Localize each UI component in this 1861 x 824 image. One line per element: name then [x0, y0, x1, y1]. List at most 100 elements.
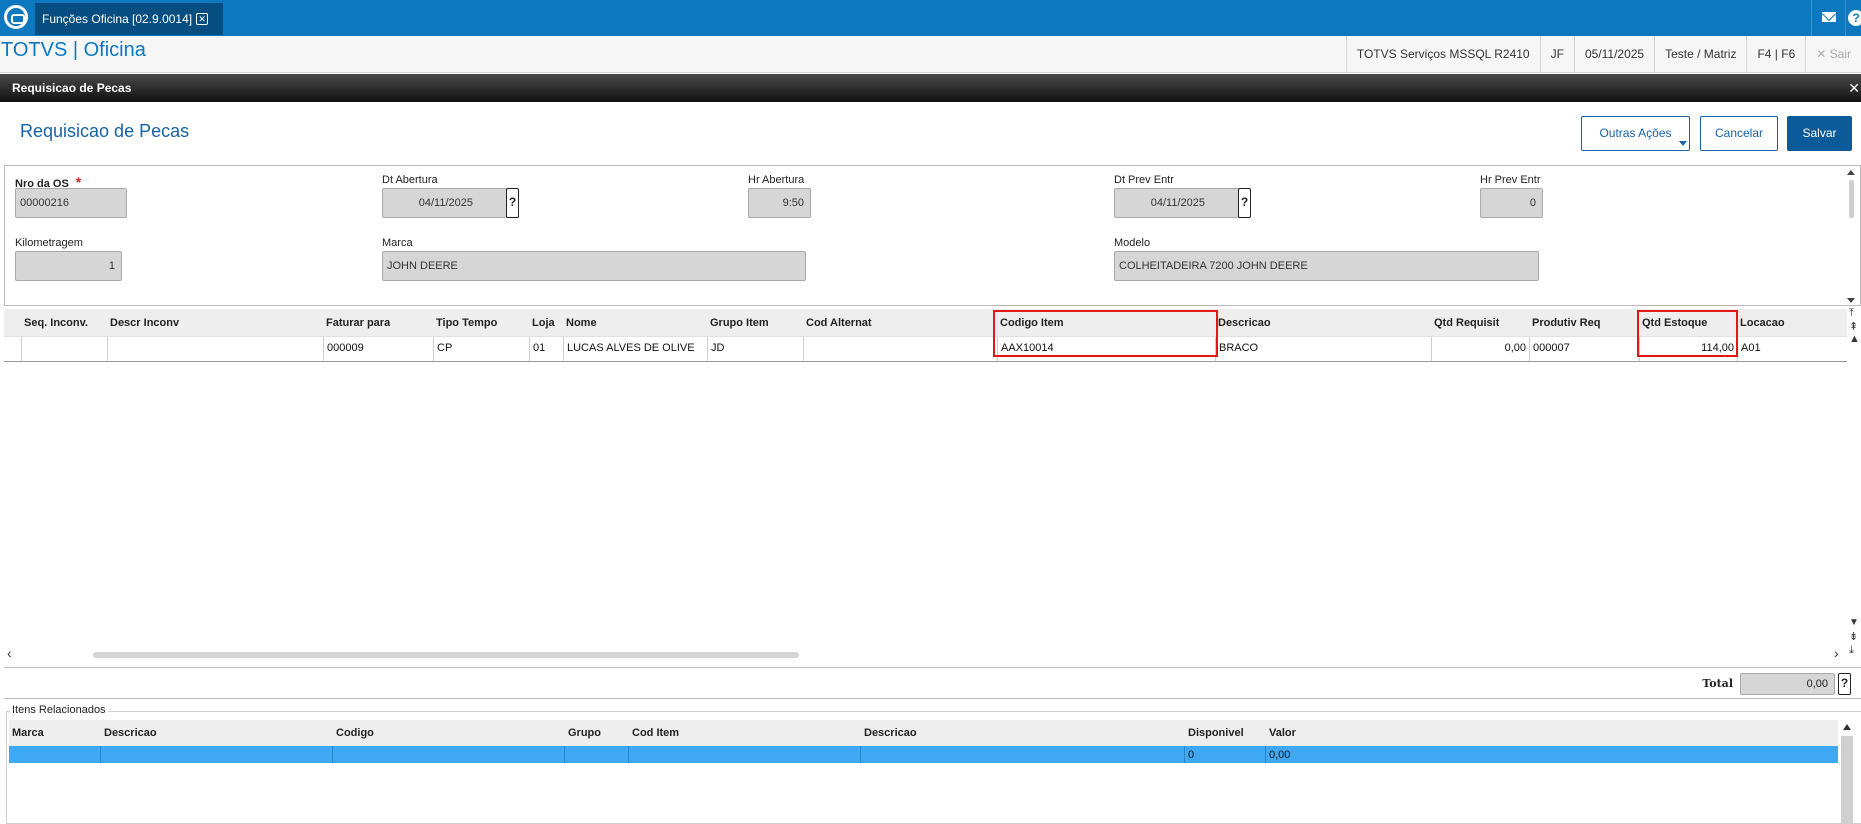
shortcut-keys-info[interactable]: F4 | F6 [1746, 36, 1805, 72]
open-time-field[interactable]: 9:50 [748, 188, 811, 218]
cell-grupo[interactable] [565, 746, 629, 763]
scroll-top-icon[interactable]: ⤒ [1849, 307, 1854, 320]
related-items-legend: Itens Relacionados [10, 704, 108, 716]
cell-loja[interactable]: 01 [530, 337, 564, 361]
scroll-left-icon[interactable]: ‹ [7, 645, 12, 661]
total-lookup-button[interactable]: ? [1838, 673, 1851, 695]
help-button[interactable]: ? [1845, 0, 1861, 36]
user-info[interactable]: JF [1539, 36, 1574, 72]
list-item[interactable]: 0 0,00 [9, 746, 1838, 763]
scroll-thumb[interactable] [1849, 180, 1854, 218]
table-row[interactable]: 000009 CP 01 LUCAS ALVES DE OLIVE JD AAX… [4, 337, 1847, 362]
cell-produtiv-req[interactable]: 000007 [1530, 337, 1640, 361]
col-faturar-para[interactable]: Faturar para [326, 317, 390, 329]
header-form: Nro da OS * 00000216 Dt Abertura 04/11/20… [4, 165, 1861, 306]
cell-descricao[interactable] [101, 746, 333, 763]
due-time-label: Hr Prev Entr [1480, 174, 1541, 186]
cell-valor[interactable]: 0,00 [1266, 746, 1838, 763]
open-date-lookup-button[interactable]: ? [506, 188, 519, 218]
scroll-thumb[interactable] [93, 652, 799, 658]
col-descricao-2[interactable]: Descricao [864, 727, 917, 739]
close-icon[interactable]: ✕ [1848, 80, 1860, 97]
col-descricao[interactable]: Descricao [104, 727, 157, 739]
more-actions-button[interactable]: Outras Ações [1581, 116, 1690, 151]
scroll-up-icon[interactable] [1847, 170, 1855, 175]
scroll-bottom-icon[interactable]: ⤓ [1849, 644, 1854, 657]
cell-seq-inconv[interactable] [22, 337, 108, 361]
messages-button[interactable] [1811, 0, 1845, 36]
scroll-down-icon[interactable]: ▼ [1849, 617, 1859, 628]
cell-qtd-requisit[interactable]: 0,00 [1432, 337, 1530, 361]
col-valor[interactable]: Valor [1269, 727, 1296, 739]
status-bar: TOTVS Serviços MSSQL R2410 JF 05/11/2025… [1345, 36, 1861, 72]
cell-disponivel[interactable]: 0 [1185, 746, 1266, 763]
col-marca[interactable]: Marca [12, 727, 44, 739]
cell-descr-inconv[interactable] [108, 337, 324, 361]
scroll-up-icon[interactable]: ▲ [1849, 333, 1860, 345]
col-grupo-item[interactable]: Grupo Item [710, 317, 769, 329]
form-scrollbar[interactable] [1846, 166, 1858, 305]
due-date-label: Dt Prev Entr [1114, 174, 1174, 186]
cell-faturar-para[interactable]: 000009 [324, 337, 434, 361]
close-icon[interactable]: ✕ [196, 13, 209, 25]
col-descricao[interactable]: Descricao [1218, 317, 1271, 329]
tab-label: Funções Oficina [02.9.0014] [42, 12, 193, 26]
scroll-thumb[interactable] [1841, 736, 1853, 824]
date-info[interactable]: 05/11/2025 [1573, 36, 1654, 72]
col-disponivel[interactable]: Disponivel [1188, 727, 1244, 739]
app-window: Funções Oficina [02.9.0014] ✕ ? TOTVS | O… [0, 0, 1861, 824]
due-time-field[interactable]: 0 [1480, 188, 1543, 218]
col-qtd-requisit[interactable]: Qtd Requisit [1434, 317, 1499, 329]
open-date-field[interactable]: 04/11/2025 [382, 188, 508, 218]
total-field[interactable]: 0,00 [1740, 673, 1835, 695]
cell-tipo-tempo[interactable]: CP [434, 337, 530, 361]
cell-nome[interactable]: LUCAS ALVES DE OLIVE [564, 337, 708, 361]
col-nome[interactable]: Nome [566, 317, 597, 329]
col-seq-inconv[interactable]: Seq. Inconv. [24, 317, 88, 329]
cell-codigo[interactable] [333, 746, 565, 763]
grid-top-scroll-controls: ⤒ ⇞ ▲ [1847, 307, 1861, 349]
cell-locacao[interactable]: A01 [1738, 337, 1847, 361]
col-descr-inconv[interactable]: Descr Inconv [110, 317, 179, 329]
scroll-page-down-icon[interactable]: ⇟ [1849, 630, 1858, 643]
cell-cod-alternat[interactable] [804, 337, 998, 361]
mileage-field[interactable]: 1 [15, 251, 122, 281]
grid-horizontal-scrollbar[interactable]: ‹ › [0, 645, 1846, 662]
brand-field[interactable]: JOHN DEERE [382, 251, 806, 281]
scroll-page-up-icon[interactable]: ⇞ [1849, 320, 1858, 333]
caret-down-icon [1679, 141, 1687, 146]
col-locacao[interactable]: Locacao [1740, 317, 1785, 329]
cell-cod-item[interactable] [629, 746, 861, 763]
model-field[interactable]: COLHEITADEIRA 7200 JOHN DEERE [1114, 251, 1539, 281]
col-grupo[interactable]: Grupo [568, 727, 601, 739]
row-indicator[interactable] [4, 337, 22, 361]
save-button[interactable]: Salvar [1787, 116, 1852, 151]
cancel-button[interactable]: Cancelar [1700, 116, 1778, 151]
col-cod-alternat[interactable]: Cod Alternat [806, 317, 872, 329]
open-date-label: Dt Abertura [382, 174, 438, 186]
tab-funcoes-oficina[interactable]: Funções Oficina [02.9.0014] ✕ [35, 3, 223, 35]
os-number-field[interactable]: 00000216 [15, 188, 127, 218]
col-produtiv-req[interactable]: Produtiv Req [1532, 317, 1600, 329]
col-cod-item[interactable]: Cod Item [632, 727, 679, 739]
environment-info[interactable]: TOTVS Serviços MSSQL R2410 [1345, 36, 1540, 72]
cell-marca[interactable] [9, 746, 101, 763]
due-date-lookup-button[interactable]: ? [1238, 188, 1251, 218]
col-loja[interactable]: Loja [532, 317, 555, 329]
totvs-logo-icon[interactable] [4, 5, 28, 29]
cell-descricao-2[interactable] [861, 746, 1185, 763]
due-date-field[interactable]: 04/11/2025 [1114, 188, 1240, 218]
related-grid-scrollbar[interactable] [1840, 720, 1854, 824]
dialog-title-bar: Requisicao de Pecas ✕ [0, 74, 1861, 102]
company-info[interactable]: Teste / Matriz [1654, 36, 1746, 72]
open-time-label: Hr Abertura [748, 174, 805, 186]
scroll-right-icon[interactable]: › [1834, 645, 1839, 661]
col-codigo[interactable]: Codigo [336, 727, 374, 739]
scroll-up-icon[interactable] [1843, 724, 1851, 730]
scroll-down-icon[interactable] [1847, 298, 1855, 303]
help-icon: ? [1848, 10, 1861, 26]
col-tipo-tempo[interactable]: Tipo Tempo [436, 317, 497, 329]
cell-grupo-item[interactable]: JD [708, 337, 804, 361]
cell-descricao[interactable]: BRACO [1216, 337, 1432, 361]
exit-button[interactable]: ✕ Sair [1805, 36, 1861, 72]
